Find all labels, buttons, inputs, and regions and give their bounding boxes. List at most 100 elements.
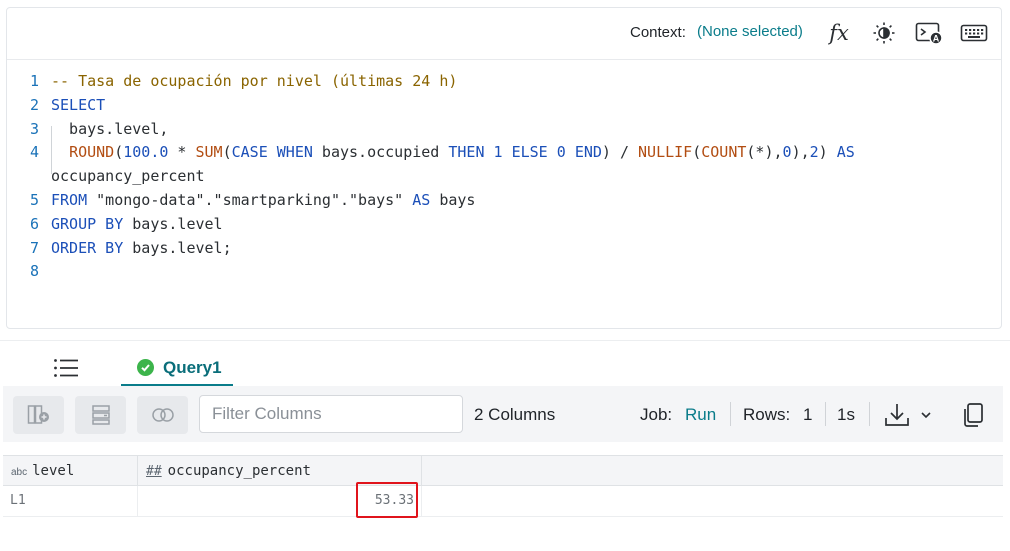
code-token: bays.occupied bbox=[312, 143, 449, 162]
code-text: SELECT bbox=[51, 94, 105, 118]
code-token: 0 bbox=[556, 143, 566, 162]
code-line[interactable]: 5 FROM "mongo-data"."smartparking"."bays"… bbox=[7, 189, 1001, 213]
code-token: GROUP BY bbox=[51, 214, 124, 233]
link-button[interactable] bbox=[137, 396, 188, 434]
code-token: THEN bbox=[448, 143, 485, 162]
code-token: AS bbox=[836, 143, 855, 162]
code-line[interactable]: 4 ROUND(100.0 * SUM(CASE WHEN bays.occup… bbox=[7, 141, 1001, 165]
code-token: FROM bbox=[51, 190, 88, 209]
code-token: 1 bbox=[493, 143, 503, 162]
code-token: AS bbox=[412, 190, 431, 209]
code-token: 0 bbox=[782, 143, 792, 162]
editor-toolbar: Context: (None selected) fx A bbox=[7, 8, 1001, 60]
divider bbox=[869, 402, 870, 426]
code-token: ( bbox=[114, 143, 124, 162]
line-number: 4 bbox=[29, 143, 39, 162]
run-job-link[interactable]: Run bbox=[685, 405, 716, 425]
code-token: NULLIF bbox=[638, 143, 693, 162]
column-name: occupancy_percent bbox=[167, 463, 311, 479]
code-text: occupancy_percent bbox=[51, 165, 205, 189]
divider bbox=[825, 402, 826, 426]
keyboard-icon[interactable] bbox=[960, 20, 988, 46]
code-text: FROM "mongo-data"."smartparking"."bays" … bbox=[51, 189, 475, 213]
copy-icon[interactable] bbox=[960, 400, 988, 430]
divider bbox=[730, 402, 731, 426]
elapsed-time: 1s bbox=[837, 405, 855, 424]
code-token: ORDER BY bbox=[51, 238, 124, 257]
ai-terminal-icon[interactable]: A bbox=[915, 20, 943, 46]
code-text: GROUP BY bays.level bbox=[51, 213, 223, 237]
add-column-button[interactable] bbox=[13, 396, 64, 434]
code-token: ) bbox=[818, 143, 837, 162]
code-text: ORDER BY bays.level; bbox=[51, 237, 232, 261]
tab-query1[interactable]: Query1 bbox=[121, 351, 233, 387]
code-text: -- Tasa de ocupación por nivel (últimas … bbox=[51, 70, 457, 94]
code-token: ROUND bbox=[69, 143, 115, 162]
code-token: bays.level bbox=[123, 214, 223, 233]
code-token: SELECT bbox=[51, 95, 106, 114]
results-toolbar: 2 Columns Job: Run Rows: 1 1s bbox=[3, 386, 1003, 442]
row-layout-button[interactable] bbox=[75, 396, 126, 434]
code-token: ( bbox=[222, 143, 232, 162]
results-tabs: Query1 bbox=[0, 340, 1010, 387]
code-line[interactable]: 7 ORDER BY bays.level; bbox=[7, 237, 1001, 261]
code-token: COUNT bbox=[701, 143, 747, 162]
code-text: ROUND(100.0 * SUM(CASE WHEN bays.occupie… bbox=[51, 141, 855, 165]
rows-value: 1 bbox=[803, 405, 813, 424]
download-button[interactable] bbox=[883, 400, 939, 430]
code-line[interactable]: occupancy_percent bbox=[7, 165, 1001, 189]
code-token: bays bbox=[430, 190, 476, 209]
line-number: 3 bbox=[29, 119, 39, 138]
context-selector[interactable]: (None selected) bbox=[697, 23, 803, 40]
line-number: 1 bbox=[29, 72, 39, 90]
sql-editor-panel: Context: (None selected) fx A 1 -- Tasa … bbox=[6, 7, 1002, 329]
code-line[interactable]: 6 GROUP BY bays.level bbox=[7, 213, 1001, 237]
code-line[interactable]: 1 -- Tasa de ocupación por nivel (últimas… bbox=[7, 70, 1001, 94]
number-type-badge: ## bbox=[146, 464, 162, 479]
function-icon[interactable]: fx bbox=[825, 20, 853, 46]
code-token: ) / bbox=[601, 143, 639, 162]
line-number: 7 bbox=[29, 238, 39, 257]
column-header-level[interactable]: abc level bbox=[3, 456, 138, 486]
grid-header: abc level ## occupancy_percent bbox=[3, 455, 1003, 486]
theme-icon[interactable] bbox=[870, 20, 898, 46]
code-token: ELSE bbox=[511, 143, 548, 162]
code-token: END bbox=[574, 143, 602, 162]
code-token: ), bbox=[791, 143, 810, 162]
tab-label: Query1 bbox=[163, 357, 222, 377]
chevron-down-icon bbox=[921, 412, 931, 419]
code-text: bays.level, bbox=[51, 118, 168, 142]
code-token: bays.level, bbox=[51, 119, 169, 138]
table-row[interactable]: L1 53.33 bbox=[3, 486, 1003, 517]
code-token: * bbox=[168, 143, 196, 162]
columns-count: 2 Columns bbox=[474, 405, 556, 424]
context-label: Context: bbox=[630, 24, 686, 41]
filter-columns-input[interactable] bbox=[199, 395, 463, 433]
code-token: 2 bbox=[809, 143, 819, 162]
code-token: 100.0 bbox=[123, 143, 169, 162]
results-grid: abc level ## occupancy_percent L1 53.33 bbox=[3, 455, 1003, 551]
table-cell[interactable]: L1 bbox=[3, 486, 138, 516]
table-cell[interactable]: 53.33 bbox=[138, 486, 422, 516]
download-icon bbox=[885, 404, 909, 426]
svg-text:A: A bbox=[933, 34, 940, 44]
line-number: 2 bbox=[29, 95, 39, 114]
line-number: 6 bbox=[29, 214, 39, 233]
code-line[interactable]: 2 SELECT bbox=[7, 94, 1001, 118]
code-token: -- Tasa de ocupación por nivel (últimas … bbox=[51, 72, 458, 90]
string-type-badge: abc bbox=[11, 467, 28, 478]
list-view-icon[interactable] bbox=[53, 358, 79, 378]
code-line[interactable]: 8 bbox=[7, 260, 1001, 284]
code-editor[interactable]: 1 -- Tasa de ocupación por nivel (últimas… bbox=[7, 70, 1001, 284]
code-line[interactable]: 3 bays.level, bbox=[7, 118, 1001, 142]
job-label: Job: bbox=[640, 405, 673, 424]
code-token: CASE WHEN bbox=[231, 143, 313, 162]
rows-label: Rows: bbox=[743, 405, 791, 424]
column-header-occupancy-percent[interactable]: ## occupancy_percent bbox=[138, 456, 422, 486]
code-token: bays.level; bbox=[123, 238, 232, 257]
